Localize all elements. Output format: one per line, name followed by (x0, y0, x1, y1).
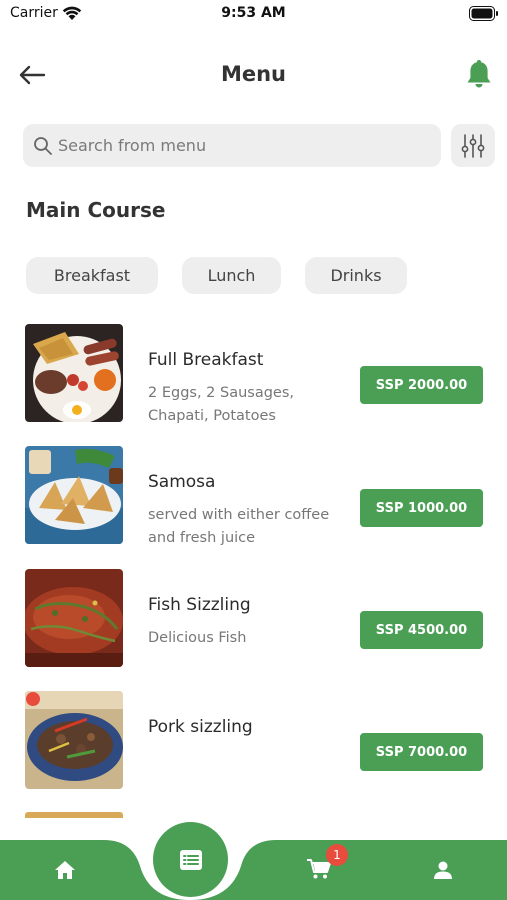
battery-icon (469, 6, 498, 21)
item-name: Fish Sizzling (148, 595, 251, 615)
item-description: Delicious Fish (148, 630, 247, 646)
app-header: Menu (0, 50, 507, 102)
menu-item[interactable]: Full Breakfast 2 Eggs, 2 Sausages, Chapa… (0, 323, 507, 424)
sliders-icon (461, 133, 485, 158)
status-bar: Carrier 9:53 AM (0, 0, 507, 28)
section-title: Main Course (26, 198, 166, 222)
category-chip-lunch[interactable]: Lunch (182, 257, 281, 294)
menu-list-icon (179, 849, 202, 870)
price-button[interactable]: SSP 1000.00 (360, 489, 483, 527)
item-description: 2 Eggs, 2 Sausages, Chapati, Potatoes (148, 385, 295, 424)
menu-item[interactable]: Pork sizzling SSP 7000.00 (0, 690, 507, 790)
item-name: Full Breakfast (148, 350, 264, 370)
page-title: Menu (220, 62, 287, 86)
nav-menu[interactable] (153, 822, 228, 897)
search-bar[interactable] (23, 124, 441, 167)
clock: 9:53 AM (221, 5, 286, 21)
item-name: Pork sizzling (148, 717, 253, 737)
search-icon (34, 136, 52, 155)
price-button[interactable]: SSP 4500.00 (360, 611, 483, 649)
home-icon (55, 861, 75, 879)
food-photo (25, 324, 123, 422)
filter-button[interactable] (451, 124, 495, 167)
bottom-nav: 1 (0, 820, 507, 900)
notifications-button[interactable] (463, 56, 495, 92)
nav-profile[interactable] (420, 850, 466, 890)
item-description: served with either coffee and fresh juic… (148, 507, 330, 546)
category-chip-breakfast[interactable]: Breakfast (26, 257, 158, 294)
food-photo (25, 569, 123, 667)
bell-icon (467, 60, 491, 88)
item-name: Samosa (148, 472, 216, 492)
profile-icon (434, 861, 452, 879)
food-photo-partial (25, 812, 123, 818)
price-button[interactable]: SSP 7000.00 (360, 733, 483, 771)
menu-item[interactable]: Fish Sizzling Delicious Fish SSP 4500.00 (0, 568, 507, 668)
food-photo (25, 446, 123, 544)
search-input[interactable] (58, 136, 418, 155)
menu-item[interactable]: Samosa served with either coffee and fre… (0, 445, 507, 546)
cart-badge: 1 (326, 844, 348, 866)
category-chip-drinks[interactable]: Drinks (305, 257, 407, 294)
nav-home[interactable] (40, 850, 90, 890)
food-photo (25, 691, 123, 789)
price-button[interactable]: SSP 2000.00 (360, 366, 483, 404)
